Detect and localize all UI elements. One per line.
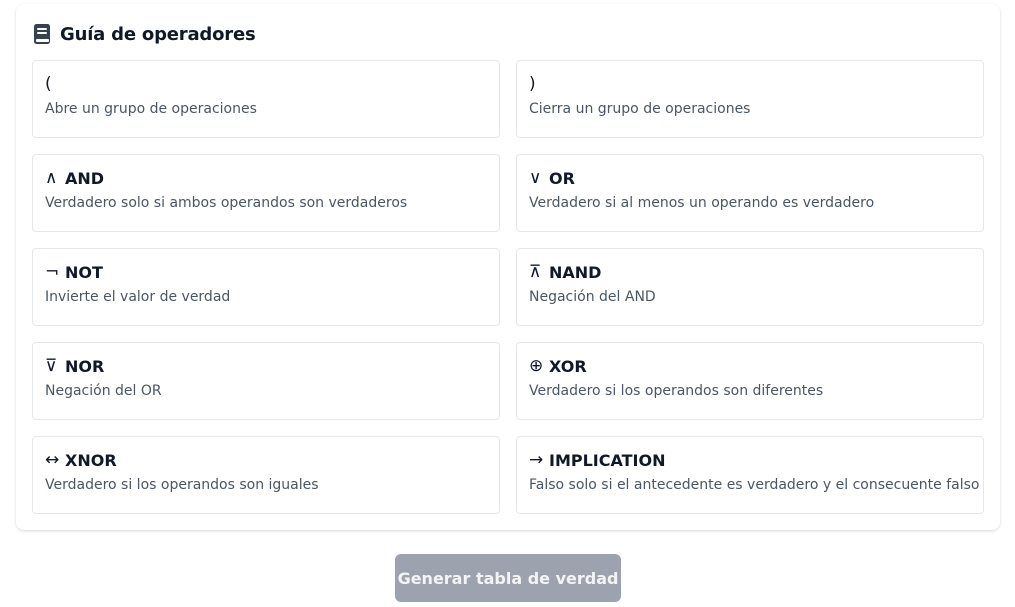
operator-name: NOR	[65, 356, 105, 376]
operator-item-open-paren[interactable]: ( Abre un grupo de operaciones	[32, 60, 500, 138]
operator-name: OR	[549, 168, 575, 188]
operator-grid: ( Abre un grupo de operaciones ) Cierra …	[32, 60, 984, 514]
operator-description: Negación del OR	[45, 383, 162, 399]
operator-guide-card: Guía de operadores ( Abre un grupo de op…	[16, 4, 1000, 530]
operator-item-nand[interactable]: ⊼ NAND Negación del AND	[516, 248, 984, 326]
book-icon	[32, 23, 52, 45]
operator-item-close-paren[interactable]: ) Cierra un grupo de operaciones	[516, 60, 984, 138]
operator-item-and[interactable]: ∧ AND Verdadero solo si ambos operandos …	[32, 154, 500, 232]
operator-description: Cierra un grupo de operaciones	[529, 101, 751, 117]
operator-description: Negación del AND	[529, 289, 656, 305]
operator-item-nor[interactable]: ⊽ NOR Negación del OR	[32, 342, 500, 420]
operator-description: Abre un grupo de operaciones	[45, 101, 257, 117]
operator-symbol: ∧	[45, 168, 58, 188]
operator-symbol: ⊼	[529, 262, 542, 282]
operator-description: Verdadero solo si ambos operandos son ve…	[45, 195, 408, 211]
operator-symbol: →	[529, 450, 544, 470]
operator-symbol: ∨	[529, 168, 542, 188]
operator-name: XOR	[549, 356, 587, 376]
operator-name: NOT	[65, 262, 103, 282]
page-title: Guía de operadores	[60, 23, 256, 45]
operator-name: NAND	[549, 262, 602, 282]
operator-description: Invierte el valor de verdad	[45, 289, 231, 305]
operator-item-not[interactable]: ¬ NOT Invierte el valor de verdad	[32, 248, 500, 326]
operator-symbol: ↔	[45, 450, 60, 470]
operator-symbol: ⊽	[45, 356, 58, 376]
operator-item-xor[interactable]: ⊕ XOR Verdadero si los operandos son dif…	[516, 342, 984, 420]
operator-guide-header: Guía de operadores	[32, 22, 256, 46]
operator-description: Falso solo si el antecedente es verdader…	[529, 477, 980, 493]
operator-name: IMPLICATION	[549, 450, 666, 470]
operator-item-xnor[interactable]: ↔ XNOR Verdadero si los operandos son ig…	[32, 436, 500, 514]
operator-item-implication[interactable]: → IMPLICATION Falso solo si el anteceden…	[516, 436, 984, 514]
operator-item-or[interactable]: ∨ OR Verdadero si al menos un operando e…	[516, 154, 984, 232]
operator-description: Verdadero si al menos un operando es ver…	[529, 195, 875, 211]
operator-symbol: ¬	[45, 262, 60, 282]
generate-truth-table-button[interactable]: Generar tabla de verdad	[395, 554, 621, 602]
operator-symbol: ⊕	[529, 356, 544, 376]
operator-description: Verdadero si los operandos son diferente…	[529, 383, 824, 399]
operator-symbol: (	[45, 74, 52, 94]
operator-name: XNOR	[65, 450, 117, 470]
operator-description: Verdadero si los operandos son iguales	[45, 477, 319, 493]
operator-symbol: )	[529, 74, 536, 94]
operator-name: AND	[65, 168, 105, 188]
